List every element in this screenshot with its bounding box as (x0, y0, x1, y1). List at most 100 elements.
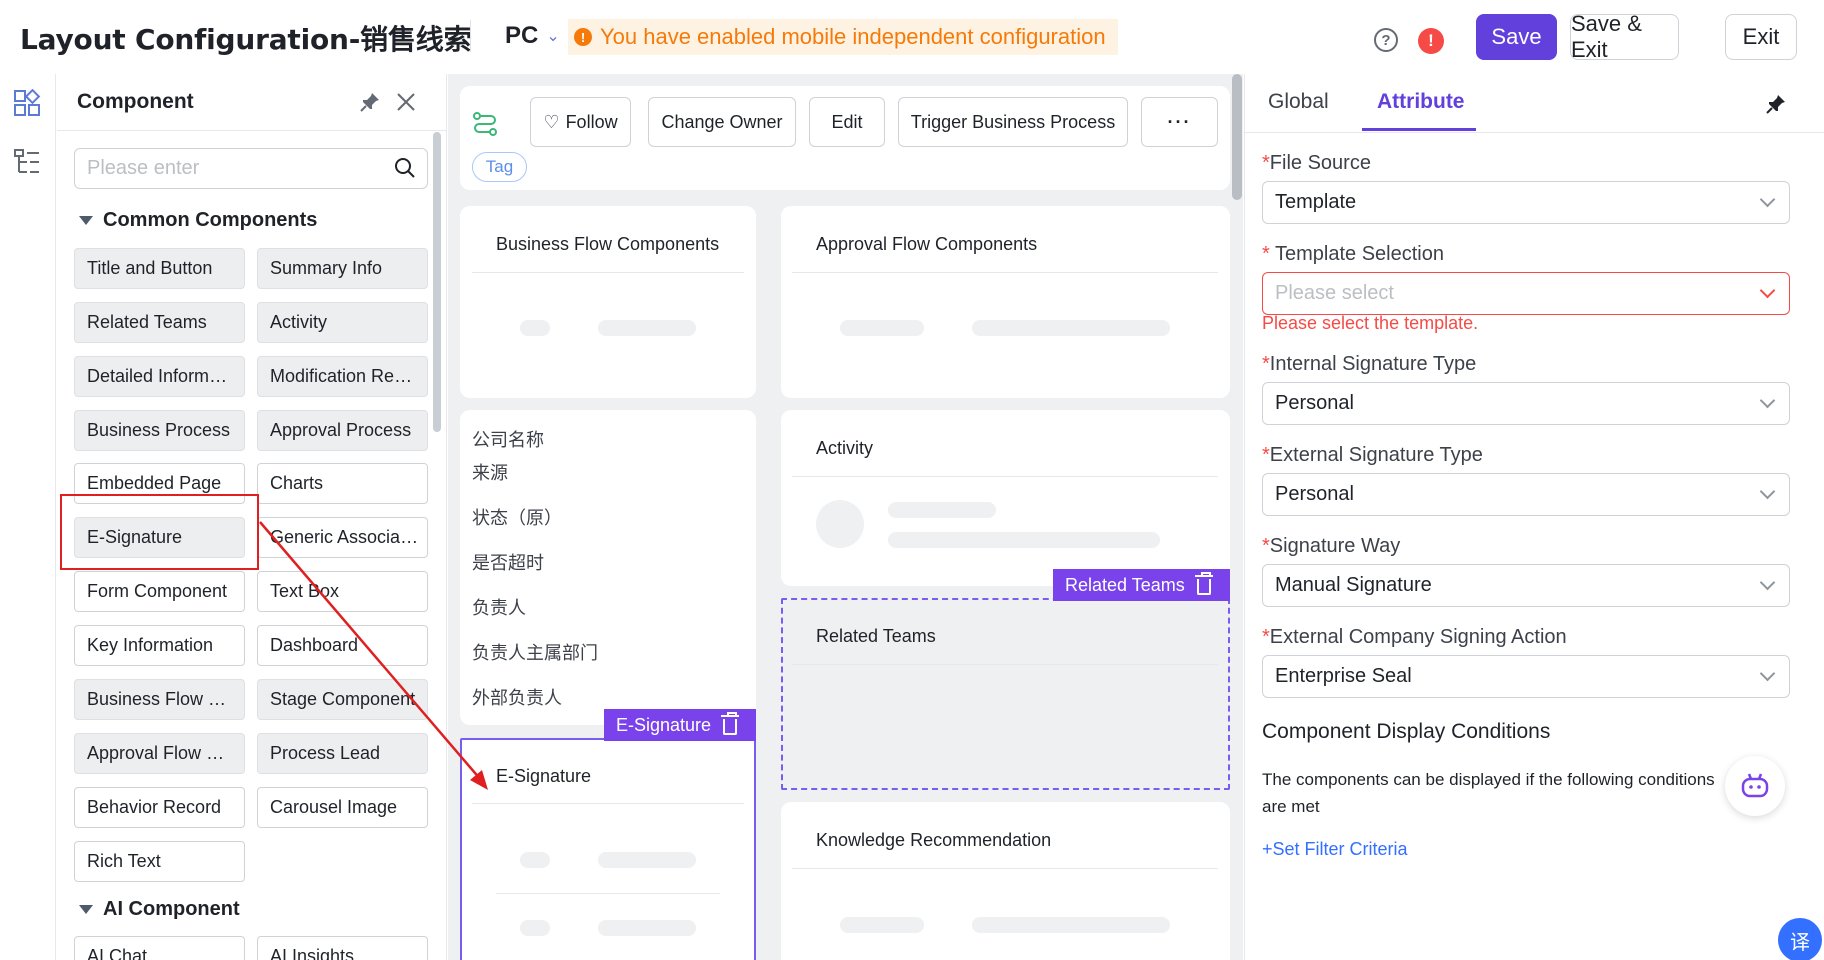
component-generic-association[interactable]: Generic Association (257, 517, 428, 558)
search-placeholder: Please enter (87, 157, 200, 179)
save-button[interactable]: Save (1476, 14, 1557, 60)
pin-icon[interactable] (1764, 92, 1788, 116)
signature-way-select[interactable]: Manual Signature (1262, 564, 1790, 607)
internal-signature-select[interactable]: Personal (1262, 382, 1790, 425)
select-placeholder: Please select (1275, 282, 1394, 304)
placeholder-bar (972, 320, 1170, 336)
placeholder-bar (840, 712, 924, 728)
card-divider (792, 272, 1218, 273)
panel-divider (57, 130, 447, 131)
left-rail (0, 74, 56, 960)
component-key-information[interactable]: Key Information (74, 625, 245, 666)
more-button[interactable]: ··· (1141, 97, 1218, 147)
alert-icon[interactable]: ! (1418, 28, 1444, 54)
component-title-and-button[interactable]: Title and Button (74, 248, 245, 289)
component-behavior-record[interactable]: Behavior Record (74, 787, 245, 828)
component-business-process[interactable]: Business Process (74, 410, 245, 451)
placeholder-bar (598, 852, 696, 868)
device-selector[interactable]: PC ⌄ (505, 22, 560, 50)
component-ai-chat[interactable]: AI Chat (74, 936, 245, 960)
knowledge-recommendation-card[interactable] (781, 802, 1230, 960)
template-selection-label: * Template Selection (1262, 243, 1444, 265)
component-approval-flow[interactable]: Approval Flow Components (74, 733, 245, 774)
components-grid-icon[interactable] (13, 89, 41, 117)
related-teams-tag: Related Teams (1053, 569, 1230, 601)
external-company-action-label: *External Company Signing Action (1262, 626, 1567, 648)
select-value: Manual Signature (1275, 574, 1432, 596)
component-ai-insights[interactable]: AI Insights (257, 936, 428, 960)
component-related-teams[interactable]: Related Teams (74, 302, 245, 343)
follow-label: Follow (565, 111, 618, 132)
file-source-label: *File Source (1262, 152, 1371, 174)
tab-global[interactable]: Global (1268, 90, 1329, 114)
exit-button[interactable]: Exit (1725, 14, 1797, 60)
select-value: Template (1275, 191, 1357, 213)
follow-button[interactable]: ♡ Follow (530, 97, 631, 147)
display-conditions-description: The components can be displayed if the f… (1262, 770, 1715, 816)
component-charts[interactable]: Charts (257, 463, 428, 504)
component-detailed-information[interactable]: Detailed Information (74, 356, 245, 397)
component-modification-record[interactable]: Modification Record (257, 356, 428, 397)
component-approval-process[interactable]: Approval Process (257, 410, 428, 451)
component-rich-text[interactable]: Rich Text (74, 841, 245, 882)
placeholder-bar (840, 320, 924, 336)
canvas-scrollbar[interactable] (1232, 74, 1242, 200)
component-text-box[interactable]: Text Box (257, 571, 428, 612)
external-company-action-select[interactable]: Enterprise Seal (1262, 655, 1790, 698)
delete-icon[interactable] (721, 712, 740, 735)
annotation-highlight-box (60, 494, 259, 570)
e-signature-tag: E-Signature (604, 709, 756, 741)
component-business-flow[interactable]: Business Flow Components (74, 679, 245, 720)
tab-attribute[interactable]: Attribute (1377, 90, 1465, 114)
card-divider (792, 476, 1218, 477)
trigger-business-process-button[interactable]: Trigger Business Process (898, 97, 1128, 147)
activity-card[interactable] (781, 410, 1230, 586)
close-icon[interactable] (394, 90, 418, 114)
active-tab-indicator (1362, 128, 1476, 131)
change-owner-button[interactable]: Change Owner (648, 97, 796, 147)
template-error-message: Please select the template. (1262, 313, 1479, 333)
component-stage-component[interactable]: Stage Component (257, 679, 428, 720)
field-label: 公司名称 (472, 430, 544, 451)
component-form-component[interactable]: Form Component (74, 571, 245, 612)
display-conditions-title: Component Display Conditions (1262, 720, 1551, 743)
template-selection-select[interactable]: Please select (1262, 272, 1790, 315)
placeholder-bar (598, 320, 696, 336)
external-signature-select[interactable]: Personal (1262, 473, 1790, 516)
chevron-down-icon (1759, 191, 1776, 208)
edit-button[interactable]: Edit (809, 97, 885, 147)
heart-icon: ♡ (543, 111, 560, 132)
save-exit-button[interactable]: Save & Exit (1570, 11, 1679, 62)
tab-divider (1244, 132, 1824, 133)
search-icon[interactable] (394, 157, 416, 179)
tag-chip[interactable]: Tag (472, 152, 527, 182)
component-activity[interactable]: Activity (257, 302, 428, 343)
delete-icon[interactable] (1194, 572, 1213, 595)
device-label: PC (505, 22, 539, 49)
card-title: E-Signature (496, 766, 592, 786)
help-icon[interactable]: ? (1374, 28, 1398, 52)
chevron-down-icon (1759, 574, 1776, 591)
group-title: Common Components (103, 209, 318, 231)
pin-icon[interactable] (358, 90, 382, 114)
set-filter-criteria-link[interactable]: +Set Filter Criteria (1262, 839, 1408, 860)
card-title: Knowledge Recommendation (816, 830, 1052, 850)
assistant-robot-icon[interactable] (1725, 756, 1785, 816)
component-carousel-image[interactable]: Carousel Image (257, 787, 428, 828)
outline-tree-icon[interactable] (13, 148, 41, 176)
warning-icon: ! (574, 28, 592, 46)
robot-icon (1741, 773, 1769, 798)
common-components-group[interactable]: Common Components (79, 209, 317, 232)
component-search-input[interactable]: Please enter (74, 148, 428, 189)
card-divider (472, 803, 744, 804)
placeholder-bar (888, 532, 1160, 548)
component-dashboard[interactable]: Dashboard (257, 625, 428, 666)
chevron-down-icon (1759, 282, 1776, 299)
component-process-lead[interactable]: Process Lead (257, 733, 428, 774)
panel-scrollbar[interactable] (433, 132, 441, 432)
ai-components-group[interactable]: AI Component (79, 898, 240, 921)
component-summary-info[interactable]: Summary Info (257, 248, 428, 289)
translate-icon[interactable]: 译 (1778, 918, 1822, 960)
card-divider (472, 272, 744, 273)
file-source-select[interactable]: Template (1262, 181, 1790, 224)
